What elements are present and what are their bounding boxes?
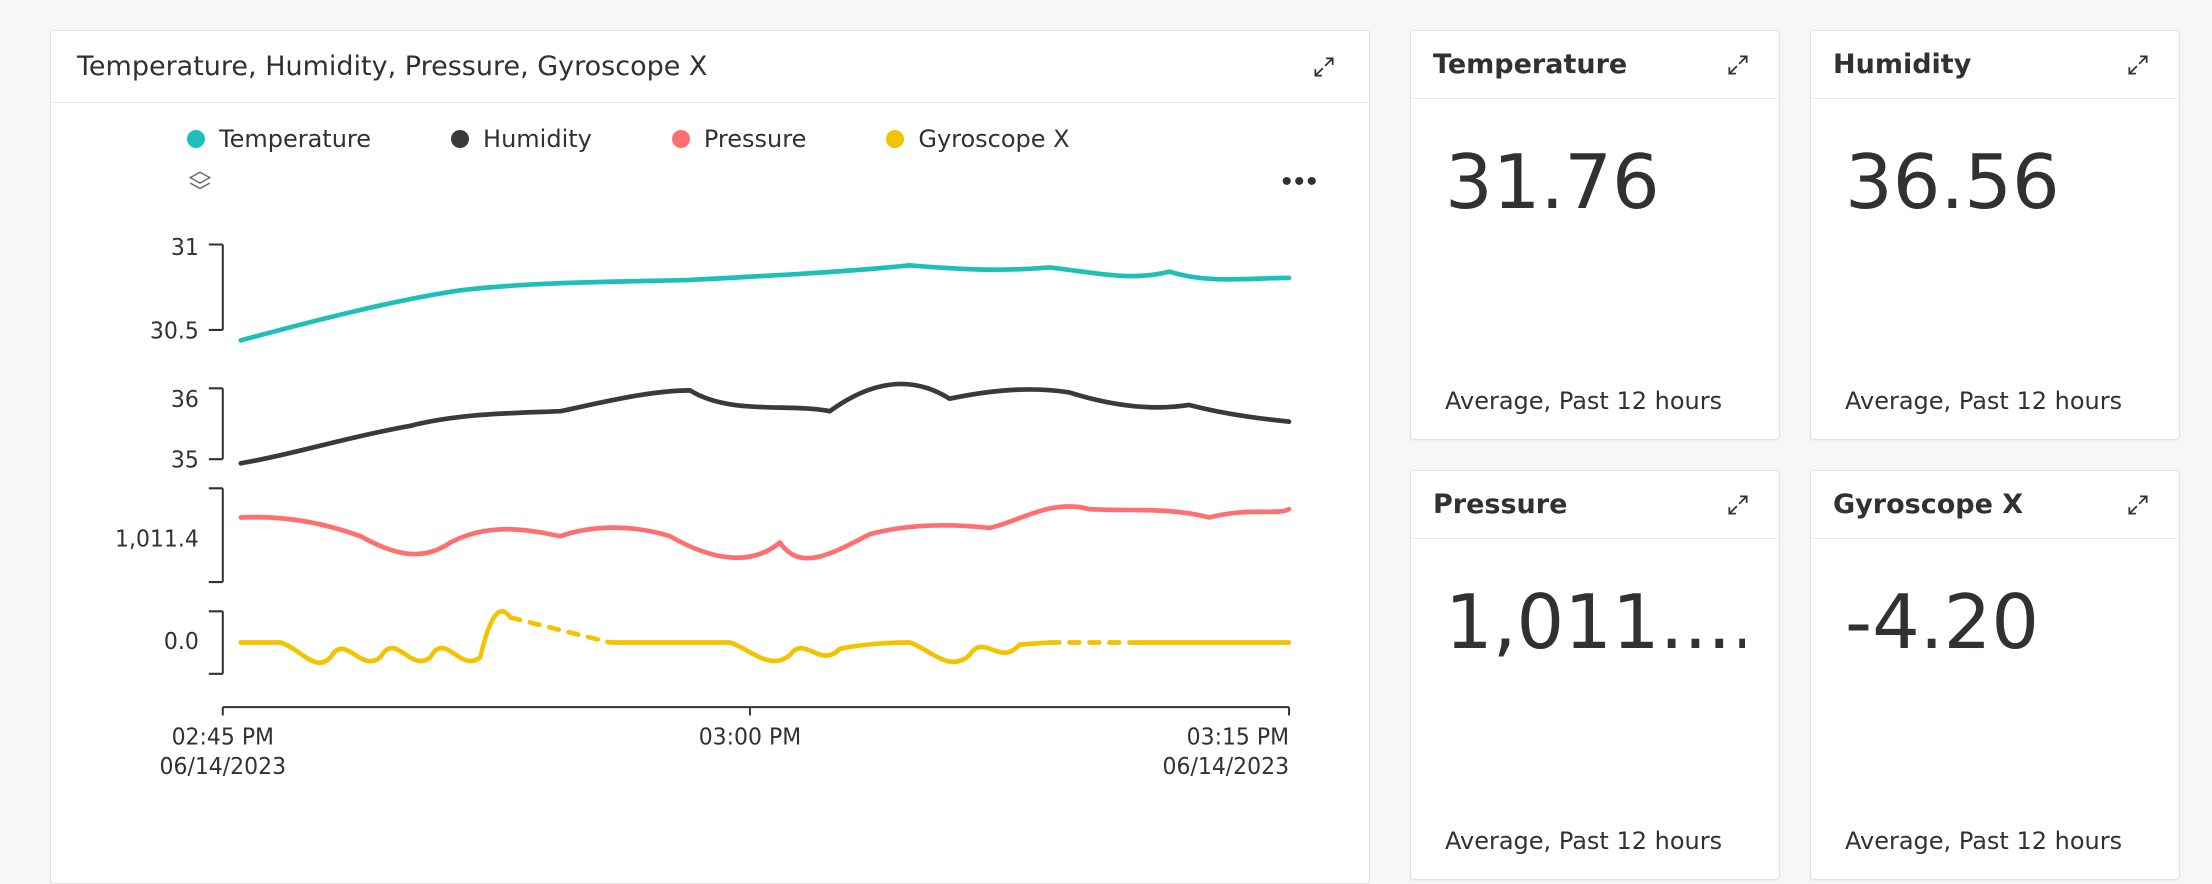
- legend-item-temperature[interactable]: Temperature: [187, 125, 371, 153]
- series-gyroscope: [241, 611, 511, 662]
- kpi-caption-pressure: Average, Past 12 hours: [1445, 827, 1745, 879]
- legend-dot-pressure: [672, 130, 690, 148]
- series-pressure: [241, 506, 1289, 558]
- kpi-title-temperature: Temperature: [1433, 49, 1627, 80]
- chart-plot-area[interactable]: 31 30.5 36 35 1,011.4 0.0: [51, 207, 1369, 883]
- expand-icon: [1311, 54, 1337, 80]
- svg-text:03:15 PM: 03:15 PM: [1187, 724, 1289, 751]
- svg-text:36: 36: [171, 387, 199, 414]
- chart-tile: Temperature, Humidity, Pressure, Gyrosco…: [50, 30, 1370, 884]
- kpi-title-pressure: Pressure: [1433, 489, 1567, 520]
- kpi-caption-temperature: Average, Past 12 hours: [1445, 387, 1745, 439]
- expand-icon: [2125, 492, 2151, 518]
- layers-icon: [187, 169, 213, 195]
- expand-gyroscope-button[interactable]: [2119, 486, 2157, 524]
- kpi-value-humidity: 36.56: [1845, 99, 2145, 220]
- svg-text:03:00 PM: 03:00 PM: [699, 724, 801, 751]
- kpi-tile-temperature: Temperature 31.76 Average, Past 12 hours: [1410, 30, 1780, 440]
- kpi-value-pressure: 1,011....: [1445, 539, 1745, 660]
- kpi-value-temperature: 31.76: [1445, 99, 1745, 220]
- kpi-title-humidity: Humidity: [1833, 49, 1971, 80]
- kpi-value-gyroscope: -4.20: [1845, 539, 2145, 660]
- kpi-tile-pressure: Pressure 1,011.... Average, Past 12 hour…: [1410, 470, 1780, 880]
- legend-dot-temperature: [187, 130, 205, 148]
- expand-pressure-button[interactable]: [1719, 486, 1757, 524]
- kpi-caption-humidity: Average, Past 12 hours: [1845, 387, 2145, 439]
- kpi-caption-gyroscope: Average, Past 12 hours: [1845, 827, 2145, 879]
- svg-text:35: 35: [171, 447, 199, 474]
- expand-icon: [1725, 52, 1751, 78]
- svg-text:30.5: 30.5: [150, 318, 199, 345]
- legend-dot-gyroscope: [886, 130, 904, 148]
- svg-text:06/14/2023: 06/14/2023: [1163, 753, 1290, 780]
- svg-text:02:45 PM: 02:45 PM: [172, 724, 274, 751]
- legend-label-humidity: Humidity: [483, 125, 592, 153]
- layers-button[interactable]: [181, 163, 219, 201]
- chart-svg: 31 30.5 36 35 1,011.4 0.0: [91, 207, 1329, 853]
- series-humidity: [241, 384, 1289, 463]
- svg-text:06/14/2023: 06/14/2023: [160, 753, 287, 780]
- legend-item-gyroscope[interactable]: Gyroscope X: [886, 125, 1069, 153]
- chart-tile-header: Temperature, Humidity, Pressure, Gyrosco…: [51, 31, 1369, 103]
- chart-legend: Temperature Humidity Pressure Gyroscope …: [51, 103, 1369, 163]
- kpi-tile-gyroscope: Gyroscope X -4.20 Average, Past 12 hours: [1810, 470, 2180, 880]
- expand-humidity-button[interactable]: [2119, 46, 2157, 84]
- kpi-tile-humidity: Humidity 36.56 Average, Past 12 hours: [1810, 30, 2180, 440]
- expand-chart-button[interactable]: [1305, 48, 1343, 86]
- svg-text:1,011.4: 1,011.4: [115, 526, 199, 553]
- legend-label-temperature: Temperature: [219, 125, 371, 153]
- svg-text:31: 31: [171, 235, 199, 262]
- kpi-title-gyroscope: Gyroscope X: [1833, 489, 2023, 520]
- expand-icon: [2125, 52, 2151, 78]
- series-temperature: [241, 265, 1289, 340]
- expand-temperature-button[interactable]: [1719, 46, 1757, 84]
- legend-label-gyroscope: Gyroscope X: [918, 125, 1069, 153]
- legend-item-humidity[interactable]: Humidity: [451, 125, 592, 153]
- chart-more-button[interactable]: •••: [1273, 163, 1327, 201]
- svg-text:0.0: 0.0: [164, 628, 199, 655]
- legend-label-pressure: Pressure: [704, 125, 806, 153]
- expand-icon: [1725, 492, 1751, 518]
- chart-title: Temperature, Humidity, Pressure, Gyrosco…: [77, 51, 707, 82]
- legend-item-pressure[interactable]: Pressure: [672, 125, 806, 153]
- legend-dot-humidity: [451, 130, 469, 148]
